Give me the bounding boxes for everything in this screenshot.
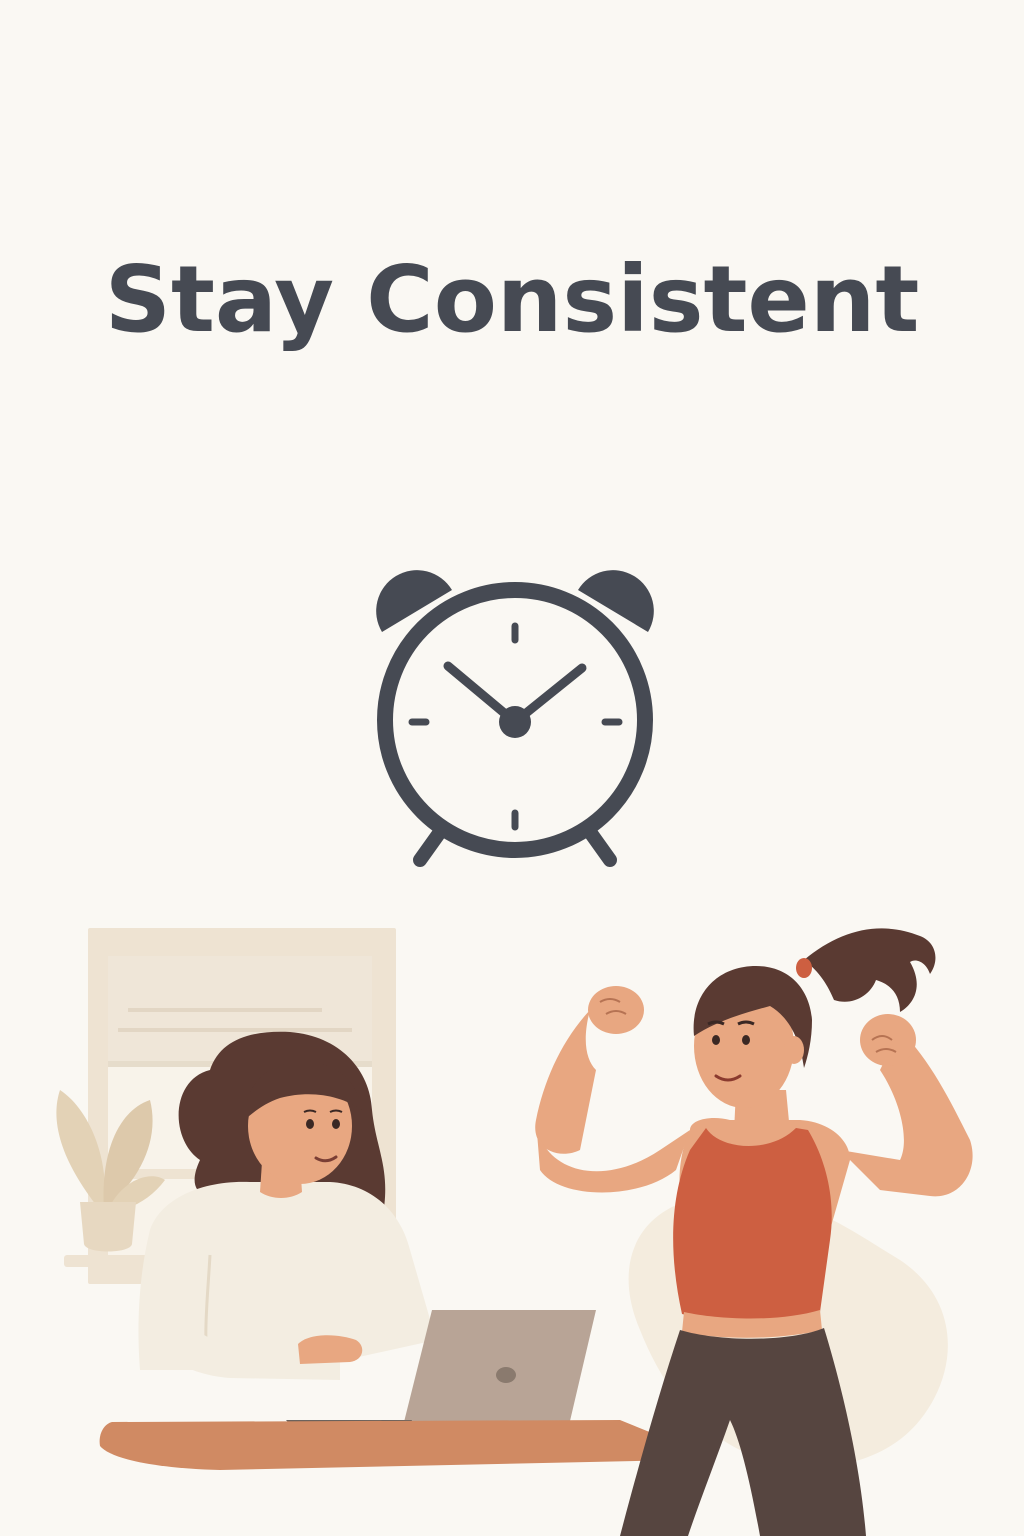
- alarm-clock-icon: [376, 570, 654, 867]
- poster: Stay Consistent: [0, 0, 1024, 1536]
- clock-center: [499, 706, 531, 738]
- clock-left-leg: [413, 825, 447, 867]
- desk: [99, 1420, 685, 1470]
- page-title: Stay Consistent: [104, 246, 920, 353]
- clock-right-leg: [583, 825, 617, 867]
- illustration-scene: [56, 928, 973, 1536]
